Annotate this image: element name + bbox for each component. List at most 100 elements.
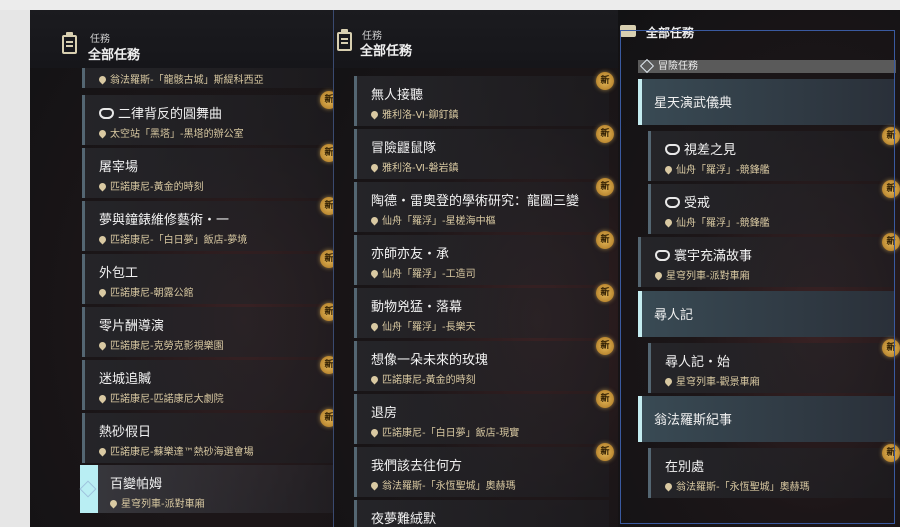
location-pin-icon (663, 217, 674, 228)
list-item[interactable]: 尋人記・始 星穹列車-觀景車廂 (648, 343, 895, 393)
list-item[interactable]: 視差之見仙舟「羅浮」-競鋒艦 (648, 131, 895, 181)
list-item[interactable]: 二律背反的圓舞曲 太空站「黑塔」-黑塔的辦公室 (82, 95, 333, 145)
title-text: 無人接聽 (371, 88, 424, 103)
header-title: 全部任務 (360, 44, 413, 59)
title-text: 在別處 (665, 460, 705, 475)
category-header[interactable]: 尋人記 (638, 291, 894, 337)
new-badge: 新 (882, 180, 900, 198)
location-text: 匹諾康尼-黃金的時刻 (382, 375, 476, 386)
title-text: 退房 (371, 406, 398, 421)
list-item[interactable]: 陶德・雷奧登的學術研究：龍圖三變 仙舟「羅浮」-星槎海中樞 (354, 182, 609, 232)
header-title: 全部任務 (88, 48, 141, 63)
location-pin-icon (663, 481, 674, 492)
list-item[interactable]: 零片酬導演匹諾康尼-克勞克影視樂園 (82, 307, 333, 357)
category-title: 尋人記 (654, 308, 694, 323)
item-location: 匹諾康尼-匹諾康尼大劇院 (97, 390, 224, 405)
list-item[interactable]: 想像一朵未來的玫瑰匹諾康尼-黃金的時刻 (354, 341, 609, 391)
item-title: 視差之見 (665, 139, 736, 158)
category-subheader: 冒險任務 (638, 58, 896, 74)
location-pin-icon (369, 321, 380, 332)
item-title: 我們該去往何方 (371, 455, 462, 474)
category-title: 翁法羅斯紀事 (654, 413, 733, 428)
list-item[interactable]: 夜夢難絨默 (354, 500, 609, 527)
category-header[interactable]: 翁法羅斯紀事 (638, 396, 894, 442)
list-item[interactable]: 夢與鐘錶維修藝術・一匹諾康尼-「白日夢」飯店-夢境 (82, 201, 333, 251)
list-item[interactable]: 迷城追贓 匹諾康尼-匹諾康尼大劇院 (82, 360, 333, 410)
title-text: 寰宇充滿故事 (674, 249, 753, 264)
location-text: 匹諾康尼-克勞克影視樂園 (110, 341, 224, 352)
title-text: 尋人記・始 (665, 355, 731, 370)
location-pin-icon (369, 162, 380, 173)
title-text: 屠宰場 (99, 160, 139, 175)
location-text: 仙舟「羅浮」-競鋒艦 (676, 165, 770, 176)
location-pin-icon (97, 340, 108, 351)
list-item[interactable]: 我們該去往何方翁法羅斯-「永恆聖城」奧赫瑪 (354, 447, 609, 497)
list-item-partial[interactable]: 翁法羅斯-「龍骸古城」斯緹科西亞 (82, 68, 333, 88)
item-location: 仙舟「羅浮」-星槎海中樞 (369, 212, 496, 227)
location-pin-icon (97, 393, 108, 404)
title-text: 想像一朵未來的玫瑰 (371, 353, 489, 368)
title-text: 我們該去往何方 (371, 459, 463, 474)
item-title: 退房 (371, 402, 397, 421)
title-text: 熱砂假日 (99, 425, 152, 440)
new-badge: 新 (882, 339, 900, 357)
mask-icon (665, 144, 680, 155)
title-text: 夜夢難絨默 (371, 512, 437, 527)
item-title: 無人接聽 (371, 84, 423, 103)
header-small: 任務 (90, 34, 110, 45)
item-title: 屠宰場 (99, 156, 138, 175)
item-location: 仙舟「羅浮」-長樂天 (369, 318, 476, 333)
list-item[interactable]: 在別處翁法羅斯-「永恆聖城」奧赫瑪 (648, 448, 895, 498)
new-badge: 新 (882, 444, 900, 462)
new-badge: 新 (596, 72, 614, 90)
panel-header: 任務 全部任務 (334, 10, 624, 68)
location-text: 匹諾康尼-蘇樂達™熱砂海選會場 (110, 447, 254, 458)
title-text: 夢與鐘錶維修藝術・一 (99, 213, 230, 228)
list-item[interactable]: 冒險鼴鼠隊 雅利洛-Ⅵ-磐岩鎮 (354, 129, 609, 179)
location-text: 翁法羅斯-「龍骸古城」斯緹科西亞 (110, 75, 264, 86)
location-text: 星穹列車-派對車廂 (121, 499, 205, 510)
title-text: 動物兇猛・落幕 (371, 300, 463, 315)
list-item[interactable]: 受戒仙舟「羅浮」-競鋒艦 (648, 184, 895, 234)
location-text: 仙舟「羅浮」-工造司 (382, 269, 476, 280)
list-item[interactable]: 熱砂假日匹諾康尼-蘇樂達™熱砂海選會場 (82, 413, 333, 463)
location-text: 匹諾康尼-朝露公館 (110, 288, 194, 299)
item-location: 仙舟「羅浮」-競鋒艦 (663, 161, 770, 176)
title-text: 亦師亦友・承 (371, 247, 450, 262)
location-pin-icon (97, 128, 108, 139)
location-text: 匹諾康尼-黃金的時刻 (110, 182, 204, 193)
item-title: 外包工 (99, 262, 138, 281)
diamond-icon (79, 480, 97, 498)
list-item[interactable]: 無人接聽雅利洛-Ⅵ-鉚釘鎮 (354, 76, 609, 126)
item-location: 仙舟「羅浮」-競鋒艦 (663, 214, 770, 229)
list-item[interactable]: 外包工匹諾康尼-朝露公館 (82, 254, 333, 304)
list-item[interactable]: 寰宇充滿故事 星穹列車-派對車廂 (638, 237, 895, 287)
list-item[interactable]: 屠宰場匹諾康尼-黃金的時刻 (82, 148, 333, 198)
header-title: 全部任務 (646, 26, 695, 40)
list-item[interactable]: 亦師亦友・承仙舟「羅浮」-工造司 (354, 235, 609, 285)
list-item-selected[interactable]: 百變帕姆 星穹列車-派對車廂 (79, 465, 335, 513)
item-title: 亦師亦友・承 (371, 243, 449, 262)
list-item[interactable]: 動物兇猛・落幕 仙舟「羅浮」-長樂天 (354, 288, 609, 338)
location-text: 匹諾康尼-「白日夢」飯店-夢境 (110, 235, 248, 246)
list-item[interactable]: 退房 匹諾康尼-「白日夢」飯店-現實 (354, 394, 609, 444)
category-header[interactable]: 星天演武儀典 (638, 79, 894, 125)
item-location: 翁法羅斯-「永恆聖城」奧赫瑪 (663, 478, 810, 493)
item-location: 匹諾康尼-黃金的時刻 (97, 178, 204, 193)
location-pin-icon (97, 181, 108, 192)
title-text: 受戒 (684, 196, 711, 211)
location-pin-icon (663, 164, 674, 175)
item-location: 雅利洛-Ⅵ-鉚釘鎮 (369, 106, 458, 121)
mission-panel-2: 任務 全部任務 無人接聽 雅利洛-Ⅵ-鉚釘鎮新冒險鼴鼠隊 雅利洛-Ⅵ-磐岩鎮新陶德・… (333, 10, 625, 527)
item-location: 匹諾康尼-蘇樂達™熱砂海選會場 (97, 443, 254, 458)
title-text: 零片酬導演 (99, 319, 165, 334)
location-text: 雅利洛-Ⅵ-磐岩鎮 (382, 163, 459, 174)
item-title: 夢與鐘錶維修藝術・一 (99, 209, 229, 228)
category-title: 星天演武儀典 (654, 96, 733, 111)
new-badge: 新 (882, 233, 900, 251)
new-badge: 新 (882, 127, 900, 145)
location-pin-icon (97, 287, 108, 298)
location-text: 翁法羅斯-「永恆聖城」奧赫瑪 (676, 482, 810, 493)
location-text: 翁法羅斯-「永恆聖城」奧赫瑪 (382, 481, 516, 492)
location-text: 仙舟「羅浮」-星槎海中樞 (382, 216, 496, 227)
